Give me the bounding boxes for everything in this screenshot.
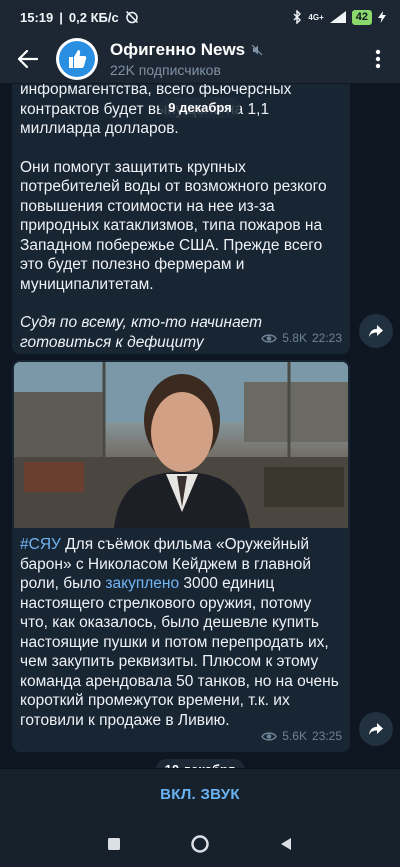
- muted-icon: [251, 44, 263, 55]
- views-eye-icon: [261, 732, 278, 741]
- video-frame-image: [14, 362, 348, 528]
- alarm-off-icon: [125, 10, 138, 24]
- thumbs-up-icon: [69, 49, 87, 68]
- status-time: 15:19: [20, 9, 54, 25]
- status-bar: 15:19 | 0,2 КБ/с 4G+ 42: [0, 0, 400, 34]
- message-text: #СЯУ Для съёмок фильма «Оружейный барон»…: [12, 528, 350, 730]
- message-meta: 5.8K 22:23: [261, 329, 342, 349]
- message-list[interactable]: информагентства, всего фьючерсных контра…: [0, 84, 400, 768]
- message-time: 23:25: [311, 728, 342, 743]
- battery-indicator: 42: [351, 9, 372, 25]
- status-left: 15:19 | 0,2 КБ/с: [20, 10, 139, 25]
- status-speed: 0,2 КБ/с: [68, 9, 119, 25]
- recents-square-icon[interactable]: [107, 837, 121, 851]
- view-count: 5.6K: [282, 728, 307, 743]
- video-thumbnail[interactable]: [14, 362, 348, 528]
- channel-title: Офигенно News: [110, 39, 246, 59]
- date-pill: 9 декабря: [159, 97, 241, 118]
- inline-link[interactable]: закуплено: [105, 575, 179, 592]
- network-type: 4G+: [308, 12, 324, 22]
- message-paragraph: Они помогут защитить крупных потребителе…: [20, 158, 327, 293]
- unmute-button[interactable]: ВКЛ. ЗВУК: [0, 768, 400, 820]
- arrow-left-icon: [18, 49, 38, 68]
- share-button[interactable]: [359, 314, 393, 348]
- more-vertical-icon: [375, 49, 381, 68]
- title-row: Офигенно News: [110, 40, 263, 60]
- status-separator: |: [59, 9, 63, 25]
- bluetooth-icon: [293, 10, 302, 24]
- channel-avatar[interactable]: [56, 37, 98, 80]
- view-count: 5.8K: [282, 330, 307, 345]
- message-bubble[interactable]: #СЯУ Для съёмок фильма «Оружейный барон»…: [12, 360, 350, 752]
- signal-icon: [329, 11, 346, 23]
- charging-icon: [378, 11, 386, 23]
- share-button[interactable]: [359, 712, 393, 746]
- date-pill: 10 декабря: [155, 759, 245, 768]
- status-right: 4G+ 42: [292, 9, 386, 25]
- message-time: 22:23: [311, 330, 342, 345]
- system-nav-bar: [0, 820, 400, 867]
- more-menu-button[interactable]: [356, 34, 400, 84]
- back-button[interactable]: [0, 34, 56, 84]
- message-meta: 5.6K 23:25: [261, 727, 342, 747]
- views-eye-icon: [261, 334, 278, 343]
- subscriber-count: 22K подписчиков: [110, 61, 221, 78]
- home-circle-icon[interactable]: [190, 834, 210, 854]
- message-bubble[interactable]: информагентства, всего фьючерсных контра…: [12, 84, 350, 354]
- text-after-link: 3000 единиц настоящего стрелкового оружи…: [20, 575, 339, 729]
- share-arrow-icon: [369, 325, 383, 337]
- header-title-block[interactable]: Офигенно News 22K подписчиков: [110, 40, 263, 78]
- back-triangle-icon[interactable]: [279, 837, 293, 851]
- thumbs-up-logo: [59, 40, 95, 77]
- share-arrow-icon: [369, 723, 383, 735]
- hashtag-link[interactable]: #СЯУ: [20, 536, 61, 553]
- chat-header: Офигенно News 22K подписчиков: [0, 34, 400, 84]
